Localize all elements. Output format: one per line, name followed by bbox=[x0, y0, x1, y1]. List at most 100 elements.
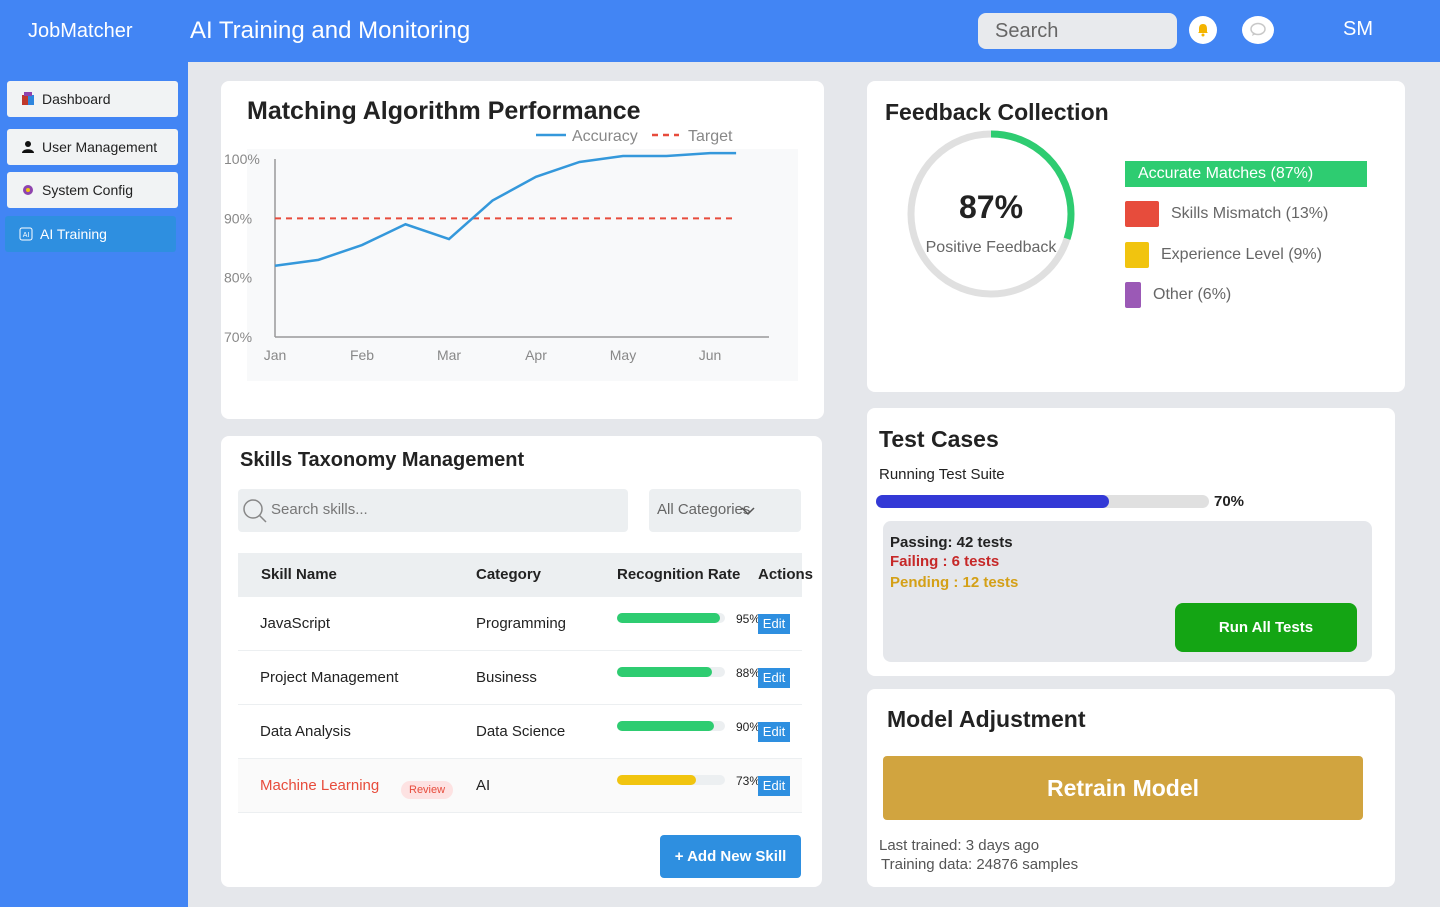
recognition-bar-fill bbox=[617, 613, 720, 623]
test-progress-fill bbox=[876, 495, 1110, 508]
search-placeholder: Search skills... bbox=[271, 501, 368, 518]
add-skill-button[interactable]: + Add New Skill bbox=[660, 835, 801, 878]
skill-category: AI bbox=[476, 777, 491, 794]
edit-button[interactable]: Edit bbox=[758, 776, 790, 796]
recognition-percent: 95% bbox=[736, 612, 761, 626]
table-header: Skill Name Category Recognition Rate Act… bbox=[238, 553, 813, 597]
sidebar-item-label: System Config bbox=[42, 182, 134, 198]
skill-category: Data Science bbox=[476, 723, 566, 740]
legend-label: Other (6%) bbox=[1153, 286, 1232, 303]
training-data: Training data: 24876 samples bbox=[881, 856, 1079, 873]
skill-name: Data Analysis bbox=[260, 723, 351, 740]
legend-swatch bbox=[1125, 201, 1159, 227]
failing-count: Failing : 6 tests bbox=[890, 553, 1000, 570]
chart-title: Matching Algorithm Performance bbox=[247, 97, 641, 125]
passing-count: Passing: 42 tests bbox=[890, 534, 1013, 551]
legend-skills-mismatch: Skills Mismatch (13%) bbox=[1125, 201, 1328, 227]
messages-button[interactable] bbox=[1242, 16, 1274, 44]
model-title: Model Adjustment bbox=[887, 706, 1086, 732]
performance-chart: 100% 90% 80% 70% Jan Feb Mar Apr May Jun Accurac… bbox=[224, 128, 798, 381]
skill-name: Machine Learning bbox=[260, 777, 380, 794]
y-tick-label: 80% bbox=[224, 270, 252, 286]
x-tick-label: Mar bbox=[437, 347, 461, 363]
test-progress-bar bbox=[876, 495, 1209, 508]
chevron-down-icon bbox=[741, 507, 755, 516]
x-tick-label: Apr bbox=[525, 347, 547, 363]
review-badge: Review bbox=[401, 781, 454, 799]
x-tick-label: Jan bbox=[264, 347, 287, 363]
sidebar-item-label: Dashboard bbox=[42, 91, 111, 107]
sidebar-item-user-management[interactable]: User Management bbox=[7, 129, 178, 165]
dashboard-icon bbox=[21, 92, 35, 106]
skill-name: Project Management bbox=[260, 669, 399, 686]
skills-search-input[interactable]: Search skills... bbox=[238, 489, 628, 532]
y-tick-label: 100% bbox=[224, 151, 260, 167]
user-avatar[interactable]: SM bbox=[1343, 18, 1373, 41]
svg-text:AI: AI bbox=[23, 232, 30, 239]
feedback-percent: 87% bbox=[958, 189, 1024, 225]
legend-experience-level: Experience Level (9%) bbox=[1125, 242, 1322, 268]
sidebar-item-label: AI Training bbox=[40, 226, 107, 242]
sidebar-item-label: User Management bbox=[42, 139, 158, 155]
recognition-bar bbox=[617, 775, 725, 785]
table-row: JavaScript Programming 95% Edit bbox=[238, 597, 802, 651]
skills-title: Skills Taxonomy Management bbox=[240, 449, 525, 471]
category-select[interactable]: All Categories bbox=[649, 489, 801, 532]
table-row: Project Management Business 88% Edit bbox=[238, 651, 802, 705]
legend-label: Experience Level (9%) bbox=[1161, 246, 1322, 263]
performance-card: 100% 90% 80% 70% Jan Feb Mar Apr May Jun Accurac… bbox=[221, 81, 824, 419]
edit-button[interactable]: Edit bbox=[758, 722, 790, 742]
legend-swatch bbox=[1125, 242, 1149, 268]
last-trained: Last trained: 3 days ago bbox=[879, 837, 1040, 854]
column-header: Recognition Rate bbox=[617, 566, 741, 583]
sidebar: Dashboard User Management System Config … bbox=[0, 62, 188, 907]
recognition-bar bbox=[617, 667, 725, 677]
recognition-bar bbox=[617, 721, 725, 731]
test-progress-percent: 70% bbox=[1214, 493, 1245, 510]
run-all-tests-button[interactable]: Run All Tests bbox=[1175, 603, 1357, 652]
edit-button[interactable]: Edit bbox=[758, 614, 790, 634]
legend-target: Target bbox=[688, 128, 733, 145]
recognition-bar-fill bbox=[617, 721, 715, 731]
retrain-model-button[interactable]: Retrain Model bbox=[883, 756, 1363, 820]
skills-table: Skill Name Category Recognition Rate Act… bbox=[238, 553, 813, 813]
sidebar-item-system-config[interactable]: System Config bbox=[7, 172, 178, 208]
user-icon bbox=[21, 140, 35, 154]
x-tick-label: May bbox=[610, 347, 636, 363]
feedback-card: Feedback Collection 87% Positive Feedbac… bbox=[867, 81, 1405, 392]
pending-count: Pending : 12 tests bbox=[890, 574, 1019, 591]
chat-icon bbox=[1250, 22, 1266, 36]
top-bar: JobMatcher AI Training and Monitoring Se… bbox=[0, 0, 1440, 62]
skill-category: Business bbox=[476, 669, 537, 686]
legend-other: Other (6%) bbox=[1125, 282, 1231, 308]
brand-logo[interactable]: JobMatcher bbox=[28, 20, 133, 43]
skill-name: JavaScript bbox=[260, 615, 331, 632]
y-tick-label: 70% bbox=[224, 329, 252, 345]
sidebar-item-dashboard[interactable]: Dashboard bbox=[7, 81, 178, 117]
skills-card: Skills Taxonomy Management Search skills… bbox=[221, 436, 822, 887]
recognition-bar bbox=[617, 613, 725, 623]
notification-button[interactable] bbox=[1189, 16, 1217, 44]
x-tick-label: Feb bbox=[350, 347, 374, 363]
search-icon bbox=[243, 499, 267, 523]
gear-icon bbox=[21, 183, 35, 197]
legend-accurate-matches: Accurate Matches (87%) bbox=[1125, 161, 1367, 187]
column-header: Actions bbox=[758, 566, 814, 583]
test-summary: Passing: 42 tests Failing : 6 tests Pend… bbox=[883, 521, 1372, 662]
edit-button[interactable]: Edit bbox=[758, 668, 790, 688]
page-title: AI Training and Monitoring bbox=[190, 17, 471, 44]
feedback-label: Positive Feedback bbox=[925, 239, 1057, 256]
tests-title: Test Cases bbox=[879, 426, 999, 452]
search-input[interactable]: Search bbox=[978, 13, 1177, 49]
recognition-percent: 88% bbox=[736, 666, 761, 680]
sidebar-item-ai-training[interactable]: AI AI Training bbox=[5, 216, 176, 252]
recognition-bar-fill bbox=[617, 667, 713, 677]
model-adjustment-card: Model Adjustment Retrain Model Last trai… bbox=[867, 689, 1395, 887]
running-label: Running Test Suite bbox=[879, 466, 1005, 483]
legend-label: Skills Mismatch (13%) bbox=[1171, 205, 1329, 222]
column-header: Category bbox=[476, 566, 542, 583]
x-tick-label: Jun bbox=[699, 347, 722, 363]
table-row: Data Analysis Data Science 90% Edit bbox=[238, 705, 802, 759]
bell-icon bbox=[1198, 24, 1208, 37]
ai-icon: AI bbox=[19, 227, 33, 241]
